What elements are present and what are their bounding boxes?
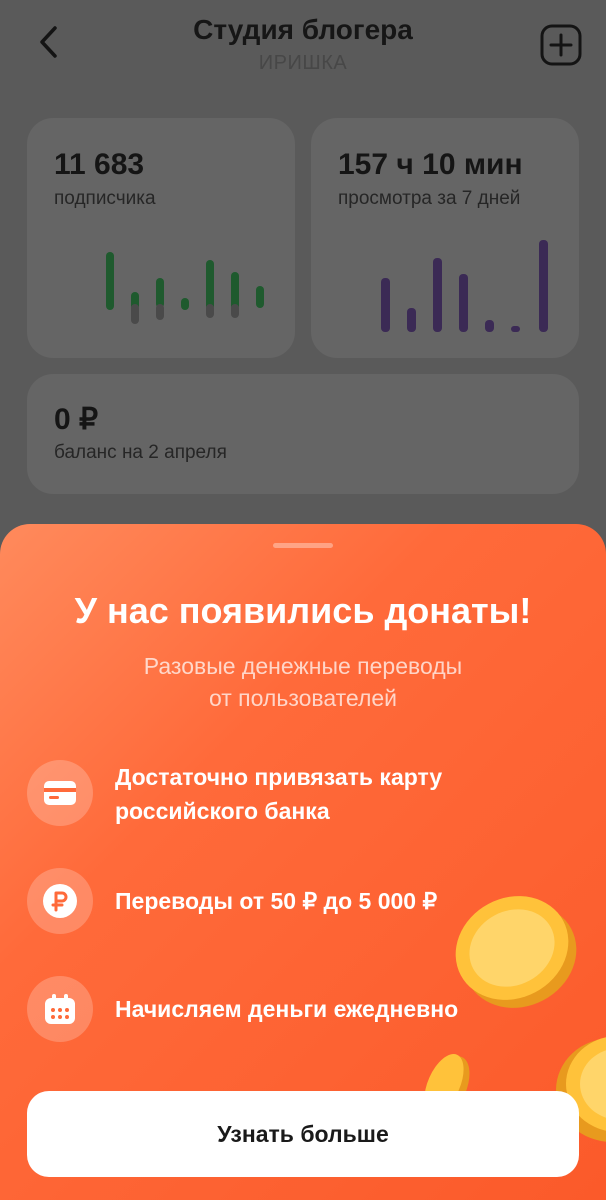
subscribers-card[interactable]: 11 683 подписчика — [27, 118, 295, 358]
views-mini-chart — [381, 240, 548, 332]
views-value: 157 ч 10 мин — [338, 148, 523, 181]
sheet-drag-handle[interactable] — [273, 543, 333, 548]
feature-icon-wrap — [27, 760, 93, 826]
views-card[interactable]: 157 ч 10 мин просмотра за 7 дней — [311, 118, 579, 358]
balance-card[interactable]: 0 ₽ баланс на 2 апреля — [27, 374, 579, 494]
feature-daily-payout: Начисляем деньги ежедневно — [27, 976, 587, 1046]
views-label: просмотра за 7 дней — [338, 188, 521, 209]
views-bar-5 — [485, 320, 494, 332]
header: Студия блогера ИРИШКА — [0, 0, 606, 100]
plus-square-icon — [540, 24, 582, 66]
ruble-icon — [43, 884, 77, 918]
subscribers-mini-chart — [106, 252, 264, 324]
subscribers-bar-5 — [206, 260, 214, 310]
promo-subtitle-line-1: Разовые денежные переводы — [143, 653, 463, 679]
feature-text-line-2: российского банка — [115, 798, 330, 824]
card-icon — [44, 781, 76, 805]
views-bar-7 — [539, 240, 548, 332]
subscribers-value: 11 683 — [54, 148, 145, 181]
feature-text: Достаточно привязать карту российского б… — [115, 760, 442, 828]
views-bar-4 — [459, 274, 468, 332]
views-bar-1 — [381, 278, 390, 332]
subscribers-bar-shadow-5 — [206, 304, 214, 318]
promo-subtitle: Разовые денежные переводы от пользовател… — [0, 650, 606, 714]
channel-name: ИРИШКА — [258, 52, 348, 74]
views-bar-2 — [407, 308, 416, 332]
subscribers-bar-shadow-2 — [131, 304, 139, 324]
views-bar-3 — [433, 258, 442, 332]
subscribers-bar-1 — [106, 252, 114, 310]
feature-text: Переводы от 50 ₽ до 5 000 ₽ — [115, 888, 438, 914]
feature-icon-wrap — [27, 976, 93, 1042]
donations-promo-sheet: У нас появились донаты! Разовые денежные… — [0, 524, 606, 1200]
subscribers-bar-3 — [156, 278, 164, 308]
learn-more-button[interactable]: Узнать больше — [27, 1091, 579, 1177]
page-title: Студия блогера — [193, 14, 413, 45]
feature-card-binding: Достаточно привязать карту российского б… — [27, 760, 587, 830]
promo-title: У нас появились донаты! — [74, 590, 532, 631]
feature-text: Начисляем деньги ежедневно — [115, 996, 459, 1022]
balance-label: баланс на 2 апреля — [54, 442, 227, 463]
feature-text-line-1: Достаточно привязать карту — [115, 764, 443, 790]
subscribers-bar-shadow-3 — [156, 304, 164, 320]
subscribers-bar-4 — [181, 298, 189, 310]
add-button[interactable] — [540, 24, 582, 66]
subscribers-label: подписчика — [54, 188, 156, 209]
promo-subtitle-line-2: от пользователей — [208, 685, 398, 711]
balance-value: 0 ₽ — [54, 403, 99, 436]
feature-icon-wrap — [27, 868, 93, 934]
calendar-icon — [45, 994, 75, 1024]
subscribers-bar-shadow-6 — [231, 304, 239, 318]
views-bar-6 — [511, 326, 520, 332]
subscribers-bar-7 — [256, 286, 264, 308]
feature-transfer-limits: Переводы от 50 ₽ до 5 000 ₽ — [27, 868, 587, 938]
